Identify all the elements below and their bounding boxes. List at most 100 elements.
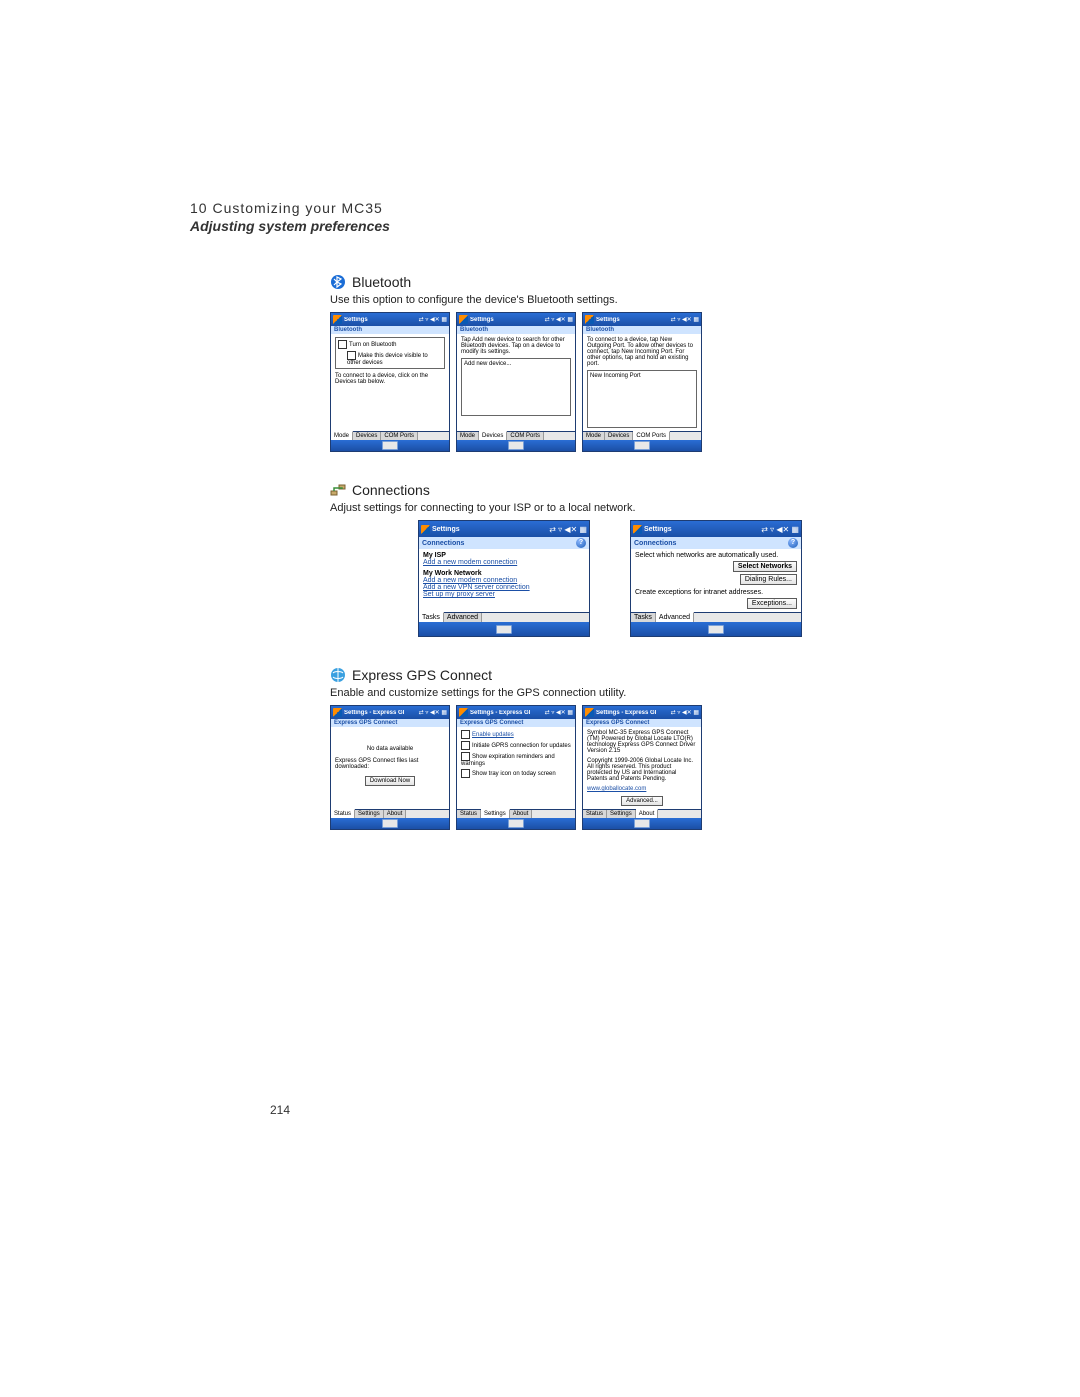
panel-title: Bluetooth xyxy=(583,326,701,334)
link-add-vpn[interactable]: Add a new VPN server connection xyxy=(423,584,585,591)
start-icon xyxy=(333,708,342,717)
start-icon xyxy=(633,525,642,534)
status-icons: ⇄ ▿ ◀✕ ▦ xyxy=(419,709,447,716)
checkbox[interactable] xyxy=(347,351,356,360)
keyboard-icon[interactable] xyxy=(382,819,398,828)
advanced-button[interactable]: Advanced... xyxy=(621,796,663,806)
page-number: 214 xyxy=(270,1103,290,1117)
screenshot-gps-settings: Settings - Express GI ⇄ ▿ ◀✕ ▦ Express G… xyxy=(456,705,576,830)
link-add-modem[interactable]: Add a new modem connection xyxy=(423,577,585,584)
link-proxy[interactable]: Set up my proxy server xyxy=(423,591,585,598)
port-list[interactable]: New Incoming Port xyxy=(587,370,697,428)
help-icon[interactable]: ? xyxy=(788,538,798,548)
website-link[interactable]: www.globallocate.com xyxy=(587,786,697,792)
list-item[interactable]: Add new device... xyxy=(464,361,511,367)
tab-bar: Mode Devices COM Ports xyxy=(583,431,701,440)
tab-devices[interactable]: Devices xyxy=(353,432,381,440)
screenshot-gps-status: Settings - Express GI ⇄ ▿ ◀✕ ▦ Express G… xyxy=(330,705,450,830)
section-description: Use this option to configure the device'… xyxy=(330,294,890,306)
tab-mode[interactable]: Mode xyxy=(331,431,353,440)
copyright-text: Copyright 1999-2006 Global Locate Inc. A… xyxy=(587,758,697,782)
checkbox[interactable] xyxy=(338,340,347,349)
window-title: Settings - Express GI xyxy=(470,710,543,716)
tab-advanced[interactable]: Advanced xyxy=(444,613,482,622)
tab-tasks[interactable]: Tasks xyxy=(419,612,444,622)
group-label: My ISP xyxy=(423,552,585,559)
keyboard-icon[interactable] xyxy=(634,819,650,828)
start-icon xyxy=(459,708,468,717)
bluetooth-icon xyxy=(330,274,346,290)
tab-devices[interactable]: Devices xyxy=(479,431,507,440)
tab-settings[interactable]: Settings xyxy=(355,810,384,818)
status-icons: ⇄ ▿ ◀✕ ▦ xyxy=(419,316,447,323)
start-icon xyxy=(421,525,430,534)
start-icon xyxy=(585,708,594,717)
tab-status[interactable]: Status xyxy=(457,810,481,818)
section-gps: Express GPS Connect Enable and customize… xyxy=(330,667,890,830)
tab-bar: Tasks Advanced xyxy=(631,612,801,622)
checkbox-label: Turn on Bluetooth xyxy=(349,342,396,348)
tab-comports[interactable]: COM Ports xyxy=(381,432,418,440)
section-connections: Connections Adjust settings for connecti… xyxy=(330,482,890,637)
checkbox[interactable] xyxy=(461,730,470,739)
status-text: Express GPS Connect files last downloade… xyxy=(335,758,445,770)
tab-tasks[interactable]: Tasks xyxy=(631,613,656,622)
tab-settings[interactable]: Settings xyxy=(481,809,510,818)
hint-text: To connect to a device, click on the Dev… xyxy=(335,373,445,385)
status-icons: ⇄ ▿ ◀✕ ▦ xyxy=(545,316,573,323)
exceptions-button[interactable]: Exceptions... xyxy=(747,598,797,609)
tab-about[interactable]: About xyxy=(636,809,659,818)
hint-text: To connect to a device, tap New Outgoing… xyxy=(587,337,697,367)
select-networks-button[interactable]: Select Networks xyxy=(733,561,797,572)
list-item[interactable]: New Incoming Port xyxy=(590,373,641,379)
tab-settings[interactable]: Settings xyxy=(607,810,636,818)
status-icons: ⇄ ▿ ◀✕ ▦ xyxy=(671,316,699,323)
tab-status[interactable]: Status xyxy=(583,810,607,818)
start-icon xyxy=(585,315,594,324)
tab-comports[interactable]: COM Ports xyxy=(507,432,544,440)
hint-text: Tap Add new device to search for other B… xyxy=(461,337,571,355)
tab-advanced[interactable]: Advanced xyxy=(656,612,694,622)
status-icons: ⇄ ▿ ◀✕ ▦ xyxy=(545,709,573,716)
keyboard-icon[interactable] xyxy=(496,625,512,634)
link-add-modem[interactable]: Add a new modem connection xyxy=(423,559,585,566)
hint-text: Select which networks are automatically … xyxy=(635,552,797,559)
screenshot-bluetooth-comports: Settings ⇄ ▿ ◀✕ ▦ Bluetooth To connect t… xyxy=(582,312,702,452)
checkbox-label: Show expiration reminders and warnings xyxy=(461,754,555,767)
panel-title: Express GPS Connect xyxy=(583,719,701,727)
screenshot-bluetooth-mode: Settings ⇄ ▿ ◀✕ ▦ Bluetooth Turn on Blue… xyxy=(330,312,450,452)
checkbox-label: Make this device visible to other device… xyxy=(347,353,428,366)
tab-comports[interactable]: COM Ports xyxy=(633,431,670,440)
document-page: 10 Customizing your MC35 Adjusting syste… xyxy=(0,0,1080,1397)
chapter-subtitle: Adjusting system preferences xyxy=(190,218,970,234)
dialing-rules-button[interactable]: Dialing Rules... xyxy=(740,574,797,585)
tab-about[interactable]: About xyxy=(510,810,533,818)
device-list[interactable]: Add new device... xyxy=(461,358,571,416)
download-now-button[interactable]: Download Now xyxy=(365,776,415,786)
keyboard-icon[interactable] xyxy=(708,625,724,634)
tab-bar: Tasks Advanced xyxy=(419,612,589,622)
window-title: Settings - Express GI xyxy=(344,710,417,716)
keyboard-icon[interactable] xyxy=(382,441,398,450)
tab-mode[interactable]: Mode xyxy=(457,432,479,440)
checkbox[interactable] xyxy=(461,741,470,750)
tab-about[interactable]: About xyxy=(384,810,407,818)
panel-title: Express GPS Connect xyxy=(457,719,575,727)
tab-bar: Status Settings About xyxy=(457,809,575,818)
section-title: Express GPS Connect xyxy=(352,667,492,683)
tab-mode[interactable]: Mode xyxy=(583,432,605,440)
tab-bar: Status Settings About xyxy=(331,809,449,818)
panel-title: Connections ? xyxy=(419,537,589,549)
help-icon[interactable]: ? xyxy=(576,538,586,548)
window-title: Settings - Express GI xyxy=(596,710,669,716)
checkbox[interactable] xyxy=(461,769,470,778)
keyboard-icon[interactable] xyxy=(508,441,524,450)
keyboard-icon[interactable] xyxy=(508,819,524,828)
screenshot-gps-about: Settings - Express GI ⇄ ▿ ◀✕ ▦ Express G… xyxy=(582,705,702,830)
checkbox[interactable] xyxy=(461,752,470,761)
status-icons: ⇄ ▿ ◀✕ ▦ xyxy=(671,709,699,716)
tab-status[interactable]: Status xyxy=(331,809,355,818)
tab-devices[interactable]: Devices xyxy=(605,432,633,440)
group-label: My Work Network xyxy=(423,570,585,577)
keyboard-icon[interactable] xyxy=(634,441,650,450)
